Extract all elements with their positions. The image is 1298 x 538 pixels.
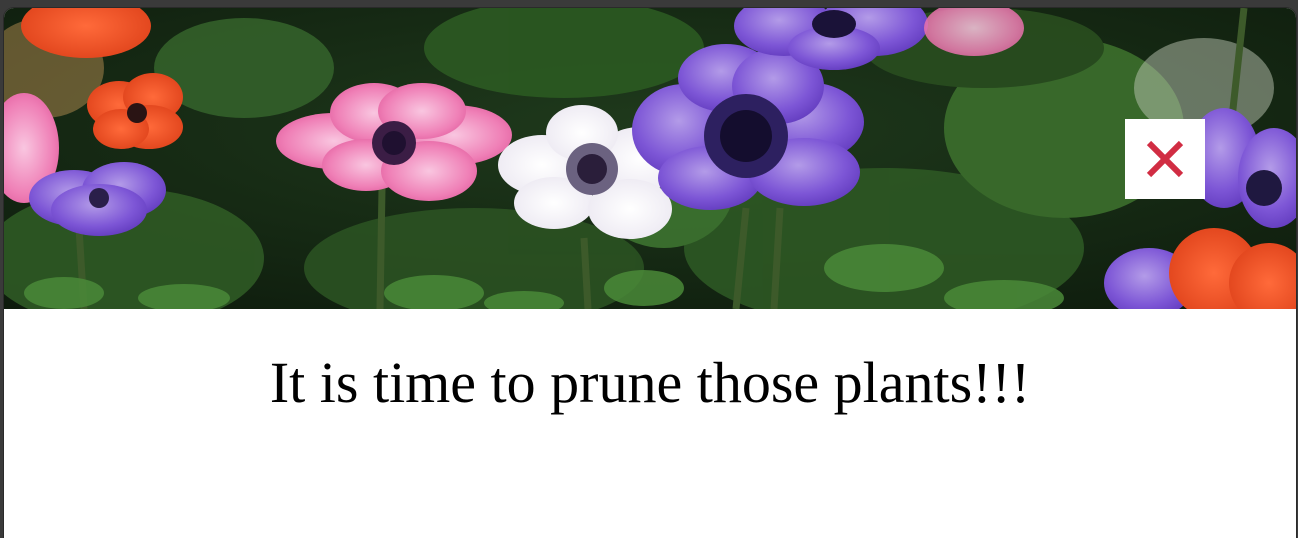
modal-heading: It is time to prune those plants!!!	[269, 350, 1031, 415]
anemone-flowers-image	[4, 8, 1296, 309]
close-button[interactable]	[1125, 119, 1205, 199]
modal-dialog: It is time to prune those plants!!!	[4, 8, 1296, 538]
close-x-icon	[1146, 140, 1184, 178]
hero-image	[4, 8, 1296, 309]
